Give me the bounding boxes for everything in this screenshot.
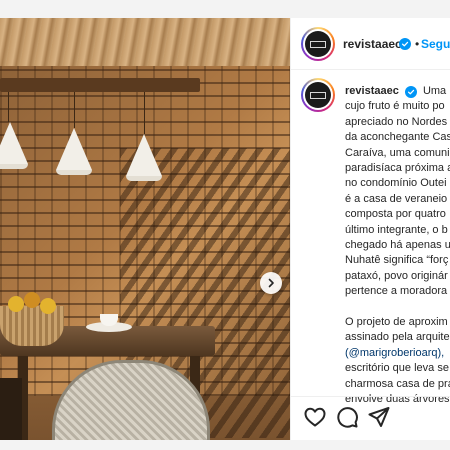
pendant-lamp bbox=[126, 134, 162, 181]
caption-line: último integrante, o b bbox=[345, 223, 448, 236]
caption-line: apreciado no Nordes bbox=[345, 115, 448, 128]
caption-line: no condomínio Outei bbox=[345, 177, 447, 190]
caption-line: escritório que leva se bbox=[345, 362, 449, 375]
top-strip bbox=[0, 0, 450, 18]
post-header: revistaaec • Seguir bbox=[291, 18, 450, 70]
fruit bbox=[40, 298, 56, 314]
caption-line: cujo fruto é muito po bbox=[345, 100, 445, 113]
wooden-beam bbox=[0, 78, 200, 92]
caption-line: revistaaec Uma ma bbox=[345, 84, 450, 99]
caption-line: é a casa de veraneio c bbox=[345, 192, 450, 205]
caption-line: paradisíaca próxima a bbox=[345, 162, 450, 175]
caption-line: composta por quatro bbox=[345, 208, 446, 221]
post-side-panel: revistaaec • Seguir revistaaec Uma ma cu… bbox=[290, 18, 450, 440]
follow-button[interactable]: Seguir bbox=[421, 37, 450, 51]
verified-badge-icon bbox=[404, 86, 417, 98]
caption-text: Uma ma bbox=[422, 85, 450, 97]
caption-avatar[interactable] bbox=[301, 78, 335, 112]
bottom-strip bbox=[0, 440, 450, 450]
caption-line: pertence a moradora bbox=[345, 285, 448, 298]
verified-badge-icon bbox=[399, 38, 411, 50]
caption-mention[interactable]: (@marigroberioarq), bbox=[345, 346, 450, 361]
avatar[interactable] bbox=[301, 27, 335, 61]
fruit bbox=[8, 296, 24, 312]
lamp-cord bbox=[74, 92, 75, 128]
post-caption: revistaaec Uma ma cujo fruto é muito po … bbox=[345, 84, 450, 408]
post-photo bbox=[0, 18, 290, 440]
brand-logo-icon bbox=[310, 40, 326, 48]
separator-dot: • bbox=[415, 37, 420, 51]
pendant-lamp bbox=[56, 128, 92, 175]
pendant-lamp bbox=[0, 122, 28, 169]
ceiling-thatch bbox=[0, 18, 290, 70]
fruit bbox=[24, 292, 40, 308]
caption-line: da aconchegante Cas bbox=[345, 131, 450, 144]
chevron-right-icon bbox=[268, 278, 274, 288]
stool bbox=[0, 378, 22, 440]
caption-line: assinado pela arquite bbox=[345, 331, 450, 344]
caption-line: Nuhatê significa “forç bbox=[345, 254, 449, 267]
paper-plane-icon[interactable] bbox=[367, 405, 391, 429]
caption-line: pataxó, povo originár bbox=[345, 269, 448, 282]
caption-line: O projeto de aproxim bbox=[345, 316, 448, 329]
next-photo-button[interactable] bbox=[260, 272, 282, 294]
caption-username[interactable]: revistaaec bbox=[345, 85, 399, 97]
caption-line: Caraíva, uma comuni bbox=[345, 146, 450, 159]
fruit-basket bbox=[0, 306, 64, 346]
action-bar bbox=[291, 396, 450, 440]
lamp-cord bbox=[8, 92, 9, 122]
brand-logo-icon bbox=[310, 91, 326, 99]
caption-line: charmosa casa de pra bbox=[345, 377, 450, 390]
heart-icon[interactable] bbox=[303, 405, 327, 429]
caption-line: chegado há apenas u bbox=[345, 239, 450, 252]
header-username[interactable]: revistaaec bbox=[343, 37, 402, 51]
comment-bubble-icon[interactable] bbox=[335, 405, 359, 429]
lamp-cord bbox=[144, 92, 145, 134]
